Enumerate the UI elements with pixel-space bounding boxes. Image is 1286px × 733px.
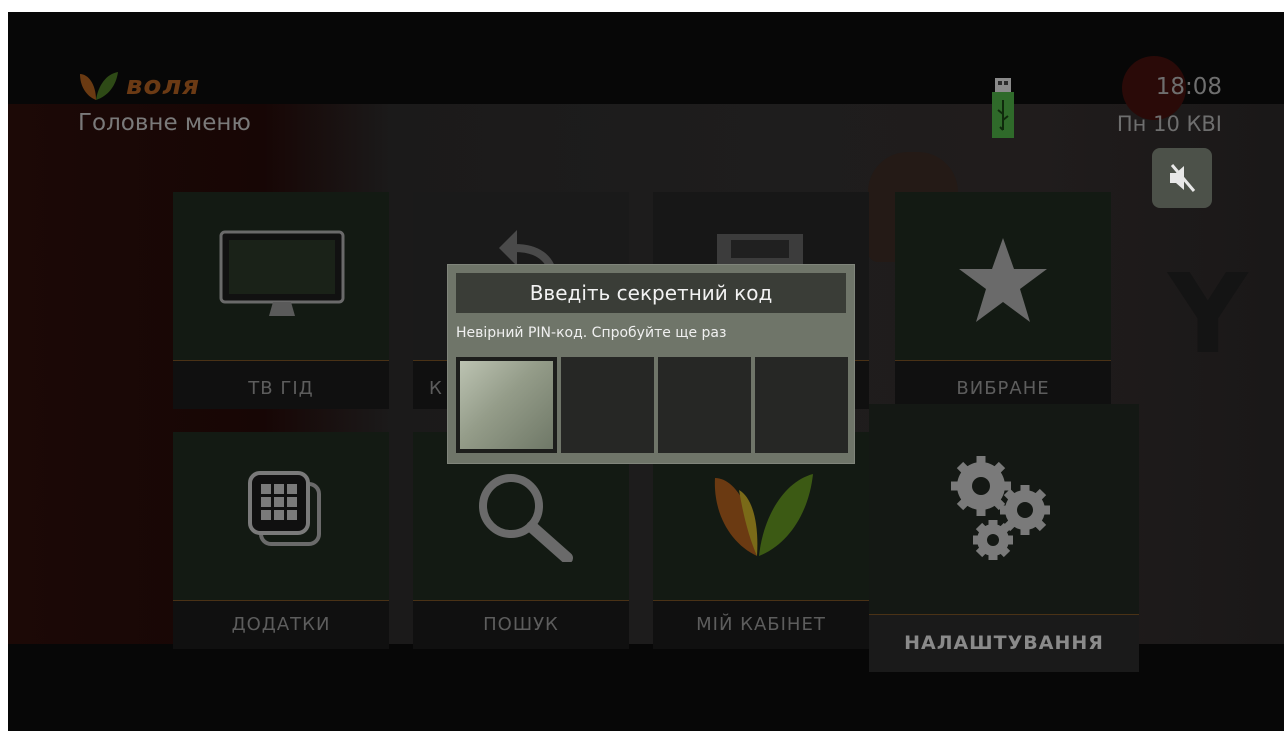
volia-logo-icon <box>714 474 813 556</box>
tile-settings[interactable]: НАЛАШТУВАННЯ <box>869 404 1139 672</box>
clock: 18:08 <box>1155 74 1222 100</box>
pin-dialog-header: Введіть секретний код <box>456 273 846 313</box>
tile-apps[interactable]: ДОДАТКИ <box>173 432 389 649</box>
gears-icon <box>951 456 1050 560</box>
date: Пн 10 КВІ <box>1116 112 1222 136</box>
volia-logo: воля <box>76 70 200 102</box>
usb-icon <box>992 78 1014 138</box>
tv-screen: Y воля Головне меню 18:08 Пн 10 КВІ ТВ Г… <box>8 12 1284 731</box>
tile-tv-guide[interactable]: ТВ ГІД <box>173 192 389 409</box>
tile-label: ВИБРАНЕ <box>956 378 1050 399</box>
brand-name: воля <box>126 71 201 101</box>
background-letter: Y <box>1168 250 1248 378</box>
pin-digit-1[interactable] <box>456 357 557 453</box>
pin-digit-4[interactable] <box>755 357 848 453</box>
tile-label: МІЙ КАБІНЕТ <box>696 614 826 635</box>
pin-dialog: Введіть секретний код Невірний PIN-код. … <box>447 264 855 464</box>
mute-icon <box>1170 164 1196 192</box>
pin-dialog-title: Введіть секретний код <box>529 281 773 305</box>
tile-label: ДОДАТКИ <box>231 614 331 635</box>
star-icon <box>959 238 1047 322</box>
tile-my-account[interactable]: МІЙ КАБІНЕТ <box>653 432 869 649</box>
tile-favorites[interactable]: ВИБРАНЕ <box>895 192 1111 409</box>
apps-icon <box>248 471 321 546</box>
tile-label: ТВ ГІД <box>248 378 314 399</box>
pin-input-group <box>456 357 848 453</box>
pin-digit-3[interactable] <box>658 357 751 453</box>
tile-label: ПОШУК <box>483 614 559 635</box>
tile-label: НАЛАШТУВАННЯ <box>904 632 1104 654</box>
tile-search[interactable]: ПОШУК <box>413 432 629 649</box>
film-icon <box>717 234 803 264</box>
search-icon <box>479 474 573 562</box>
monitor-icon <box>219 230 345 316</box>
volia-logo-icon <box>80 72 118 100</box>
mute-button[interactable] <box>1152 148 1212 208</box>
pin-digit-2[interactable] <box>561 357 654 453</box>
page-title: Головне меню <box>78 110 251 136</box>
pin-error-message: Невірний PIN-код. Спробуйте ще раз <box>456 325 727 341</box>
